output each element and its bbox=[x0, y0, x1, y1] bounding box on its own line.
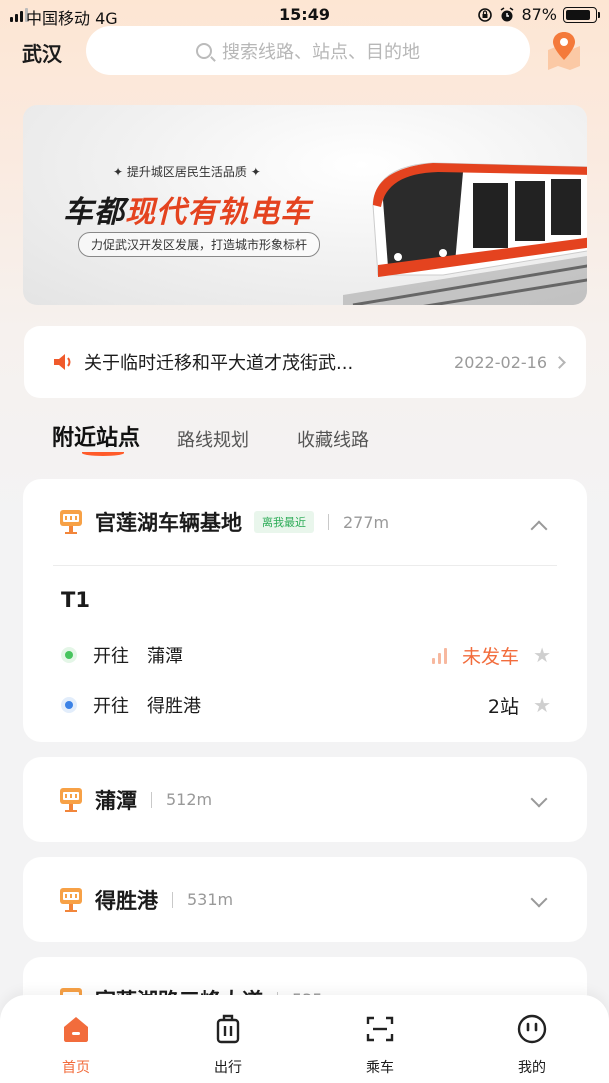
line-name[interactable]: T1 bbox=[23, 566, 587, 630]
favorite-star-icon[interactable]: ★ bbox=[533, 693, 551, 717]
station-sign-icon bbox=[60, 787, 82, 812]
home-icon bbox=[64, 1017, 88, 1042]
bottom-navigation: 首页 出行 乘车 我的 bbox=[0, 995, 609, 1083]
direction-prefix: 开往 bbox=[93, 646, 129, 667]
chevron-up-icon[interactable] bbox=[530, 520, 548, 538]
station-name: 官莲湖车辆基地 bbox=[95, 511, 242, 535]
station-card[interactable]: 得胜港 531m bbox=[23, 857, 587, 942]
divider bbox=[172, 891, 173, 908]
nav-home[interactable]: 首页 bbox=[36, 1013, 116, 1077]
chevron-right-icon bbox=[553, 355, 566, 369]
banner-subtitle: ✦ 提升城区居民生活品质 ✦ bbox=[113, 165, 261, 179]
station-header[interactable]: 蒲潭 512m bbox=[23, 757, 587, 842]
battery-icon bbox=[563, 6, 600, 23]
arrival-status: 未发车 bbox=[461, 645, 519, 668]
rotation-lock-icon bbox=[478, 7, 493, 22]
tab-route-planning[interactable]: 路线规划 bbox=[177, 426, 249, 456]
station-header[interactable]: 官莲湖车辆基地 离我最近 277m bbox=[23, 479, 587, 565]
promo-banner[interactable]: ✦ 提升城区居民生活品质 ✦ 车都现代有轨电车 力促武汉开发区发展，打造城市形象… bbox=[23, 105, 587, 305]
signal-strength-icon bbox=[432, 646, 447, 664]
chevron-down-icon[interactable] bbox=[530, 790, 548, 808]
tram-illustration bbox=[343, 162, 587, 305]
divider bbox=[151, 791, 152, 808]
nav-label: 出行 bbox=[214, 1060, 242, 1076]
banner-title: 车都现代有轨电车 bbox=[63, 195, 311, 230]
direction-dot bbox=[65, 651, 73, 659]
nav-label: 乘车 bbox=[366, 1060, 394, 1076]
station-sign-icon bbox=[60, 510, 82, 534]
notice-date: 2022-02-16 bbox=[454, 352, 547, 372]
direction-destination: 得胜港 bbox=[147, 696, 201, 717]
profile-icon bbox=[517, 1014, 547, 1044]
direction-destination: 蒲潭 bbox=[147, 646, 183, 667]
search-placeholder: 搜索线路、站点、目的地 bbox=[222, 41, 420, 63]
nav-label: 我的 bbox=[518, 1060, 546, 1076]
nav-travel[interactable]: 出行 bbox=[188, 1013, 268, 1077]
luggage-icon bbox=[216, 1014, 240, 1044]
station-card[interactable]: 蒲潭 512m bbox=[23, 757, 587, 842]
nearest-badge: 离我最近 bbox=[254, 511, 314, 533]
nav-label: 首页 bbox=[62, 1060, 90, 1076]
nav-ride[interactable]: 乘车 bbox=[340, 1013, 420, 1077]
station-distance: 277m bbox=[343, 512, 390, 532]
speaker-icon bbox=[54, 354, 71, 370]
banner-tagline: 力促武汉开发区发展，打造城市形象标杆 bbox=[78, 232, 321, 257]
station-sign-icon bbox=[60, 887, 82, 912]
alarm-icon bbox=[500, 6, 514, 21]
direction-prefix: 开往 bbox=[93, 696, 129, 717]
direction-row[interactable]: 开往 得胜港 2站 ★ bbox=[23, 680, 587, 730]
direction-row[interactable]: 开往 蒲潭 未发车 ★ bbox=[23, 630, 587, 680]
battery-percent: 87% bbox=[521, 5, 557, 24]
direction-dot bbox=[65, 701, 73, 709]
search-icon bbox=[196, 42, 212, 59]
divider bbox=[328, 514, 329, 530]
scan-icon bbox=[366, 1016, 394, 1042]
station-name: 得胜港 bbox=[95, 888, 158, 913]
active-tab-indicator bbox=[82, 450, 124, 456]
station-card: 官莲湖车辆基地 离我最近 277m T1 开往 蒲潭 未发车 ★ 开往 得胜港 … bbox=[23, 479, 587, 742]
station-name: 蒲潭 bbox=[95, 788, 137, 813]
nav-profile[interactable]: 我的 bbox=[492, 1013, 572, 1077]
search-input[interactable]: 搜索线路、站点、目的地 bbox=[86, 26, 530, 75]
arrival-status: 2站 bbox=[487, 695, 519, 718]
favorite-star-icon[interactable]: ★ bbox=[533, 643, 551, 667]
station-distance: 512m bbox=[166, 790, 213, 809]
station-distance: 531m bbox=[187, 890, 234, 909]
map-location-icon[interactable] bbox=[546, 30, 582, 70]
notice-text: 关于临时迁移和平大道才茂街武... bbox=[84, 353, 354, 374]
station-header[interactable]: 得胜港 531m bbox=[23, 857, 587, 942]
tab-favorite-lines[interactable]: 收藏线路 bbox=[297, 426, 369, 456]
city-selector[interactable]: 武汉 bbox=[22, 38, 62, 67]
notice-bar[interactable]: 关于临时迁移和平大道才茂街武... 2022-02-16 bbox=[24, 326, 586, 398]
chevron-down-icon[interactable] bbox=[530, 890, 548, 908]
